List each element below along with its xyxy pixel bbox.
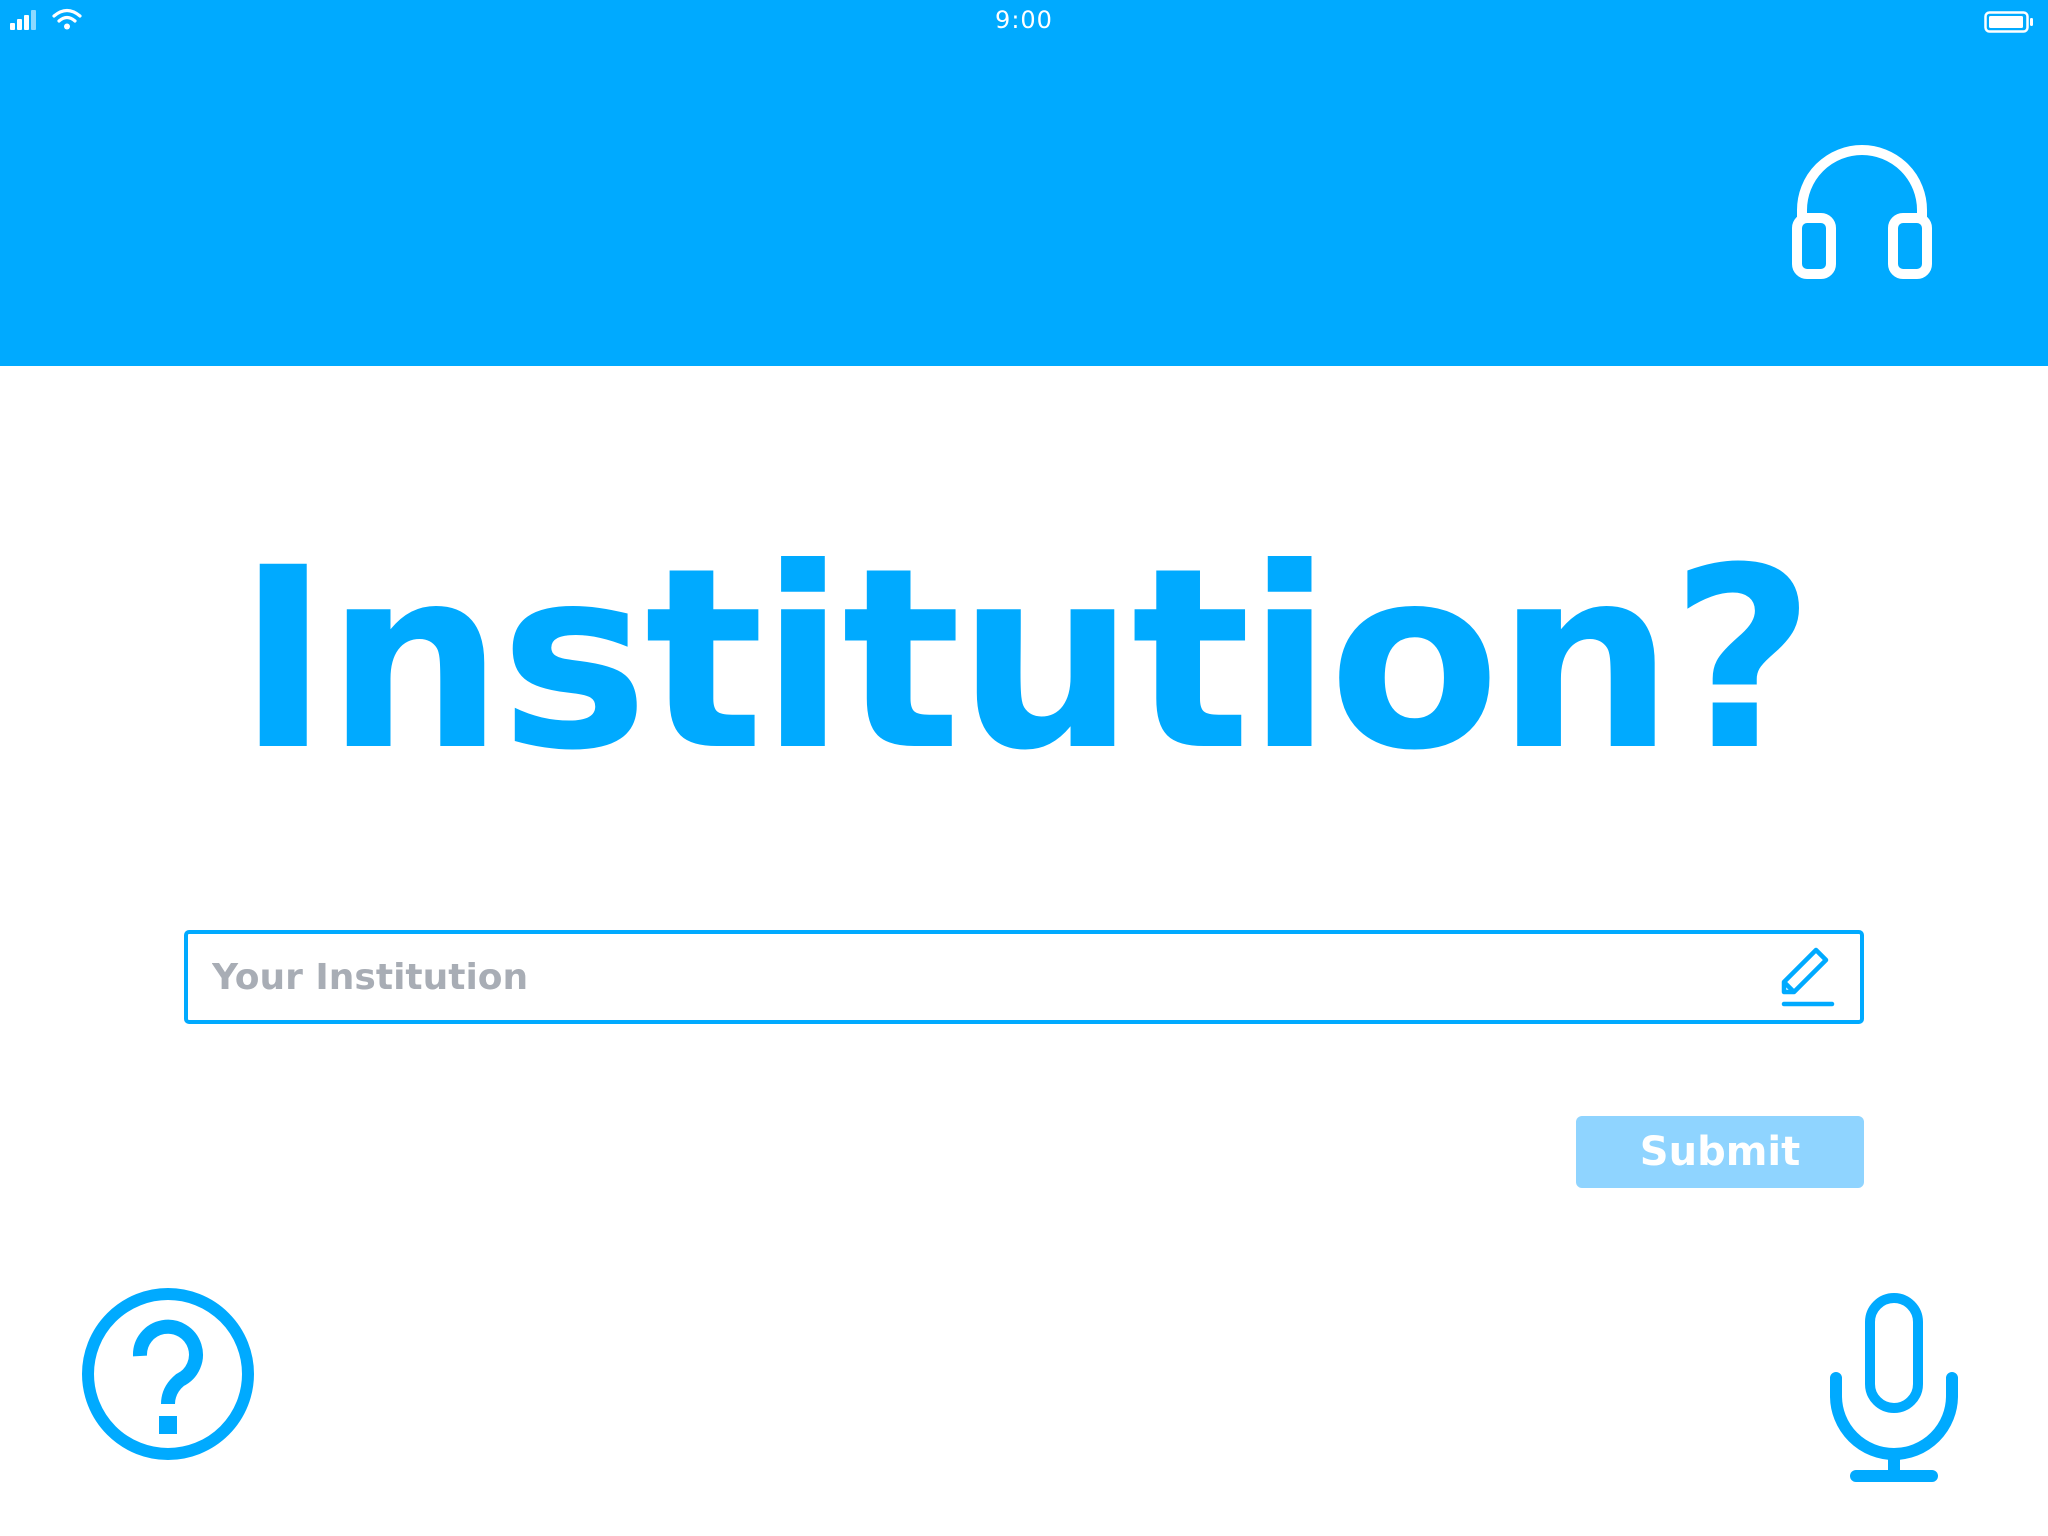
page-title: Institution? [236,514,1815,805]
microphone-icon[interactable] [1826,1290,1962,1486]
institution-field[interactable] [184,930,1864,1024]
help-icon[interactable] [78,1284,258,1464]
institution-input[interactable] [212,934,1712,1020]
header-bar: 9:00 [0,0,2048,366]
submit-button[interactable]: Submit [1576,1116,1864,1188]
status-bar: 9:00 [0,0,2048,40]
battery-icon [1984,11,2033,33]
status-time: 9:00 [995,6,1053,34]
pencil-icon[interactable] [1772,944,1838,1012]
headphones-icon[interactable] [1788,136,1936,282]
